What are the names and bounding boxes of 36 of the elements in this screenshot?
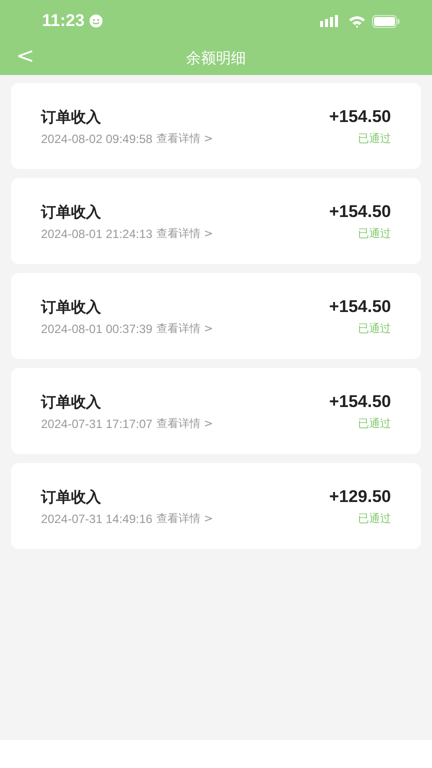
wifi-icon (348, 14, 366, 28)
record-datetime: 2024-07-31 14:49:16 (41, 512, 152, 526)
page-title: 余额明细 (186, 49, 246, 68)
record-amount: +154.50 (329, 392, 391, 412)
record-title: 订单收入 (41, 108, 101, 126)
battery-icon (372, 14, 400, 28)
record-datetime: 2024-07-31 17:17:07 (41, 416, 152, 430)
record-card[interactable]: 订单收入 +154.50 2024-08-01 00:37:39 查看详情 > 已通过 (11, 273, 421, 359)
record-title: 订单收入 (41, 202, 101, 222)
record-card[interactable]: 订单收入 +154.50 2024-08-02 09:49:58 查看详情 > 已通过 (11, 83, 421, 169)
record-title: 订单收入 (41, 488, 101, 506)
record-status: 已通过 (358, 226, 391, 241)
record-amount: +154.50 (329, 297, 391, 317)
record-amount: +154.50 (329, 107, 391, 127)
record-card[interactable]: 订单收入 +129.50 2024-07-31 14:49:16 查看详情 > 已通过 (11, 463, 421, 549)
details-link[interactable]: 查看详情 > (156, 416, 214, 431)
record-datetime: 2024-08-01 21:24:13 (41, 226, 152, 240)
details-link[interactable]: 查看详情 > (156, 321, 214, 336)
record-card[interactable]: 订单收入 +154.50 2024-07-31 17:17:07 查看详情 > 已通过 (11, 368, 421, 454)
record-status: 已通过 (358, 416, 391, 431)
record-datetime: 2024-08-01 00:37:39 (41, 322, 152, 336)
record-status: 已通过 (358, 131, 391, 146)
record-datetime: 2024-08-02 09:49:58 (41, 132, 152, 146)
details-link[interactable]: 查看详情 > (156, 131, 214, 146)
smiley-icon (88, 14, 103, 28)
record-title: 订单收入 (41, 392, 101, 412)
details-link[interactable]: 查看详情 > (156, 226, 214, 241)
record-status: 已通过 (358, 321, 391, 336)
back-button[interactable]: < (10, 44, 40, 70)
record-amount: +154.50 (329, 202, 391, 222)
record-card[interactable]: 订单收入 +154.50 2024-08-01 21:24:13 查看详情 > 已通过 (11, 178, 421, 264)
status-time: 11:23 (42, 11, 85, 31)
record-title: 订单收入 (41, 298, 101, 316)
record-status: 已通过 (358, 511, 391, 526)
record-amount: +129.50 (329, 487, 391, 507)
details-link[interactable]: 查看详情 > (156, 511, 214, 526)
